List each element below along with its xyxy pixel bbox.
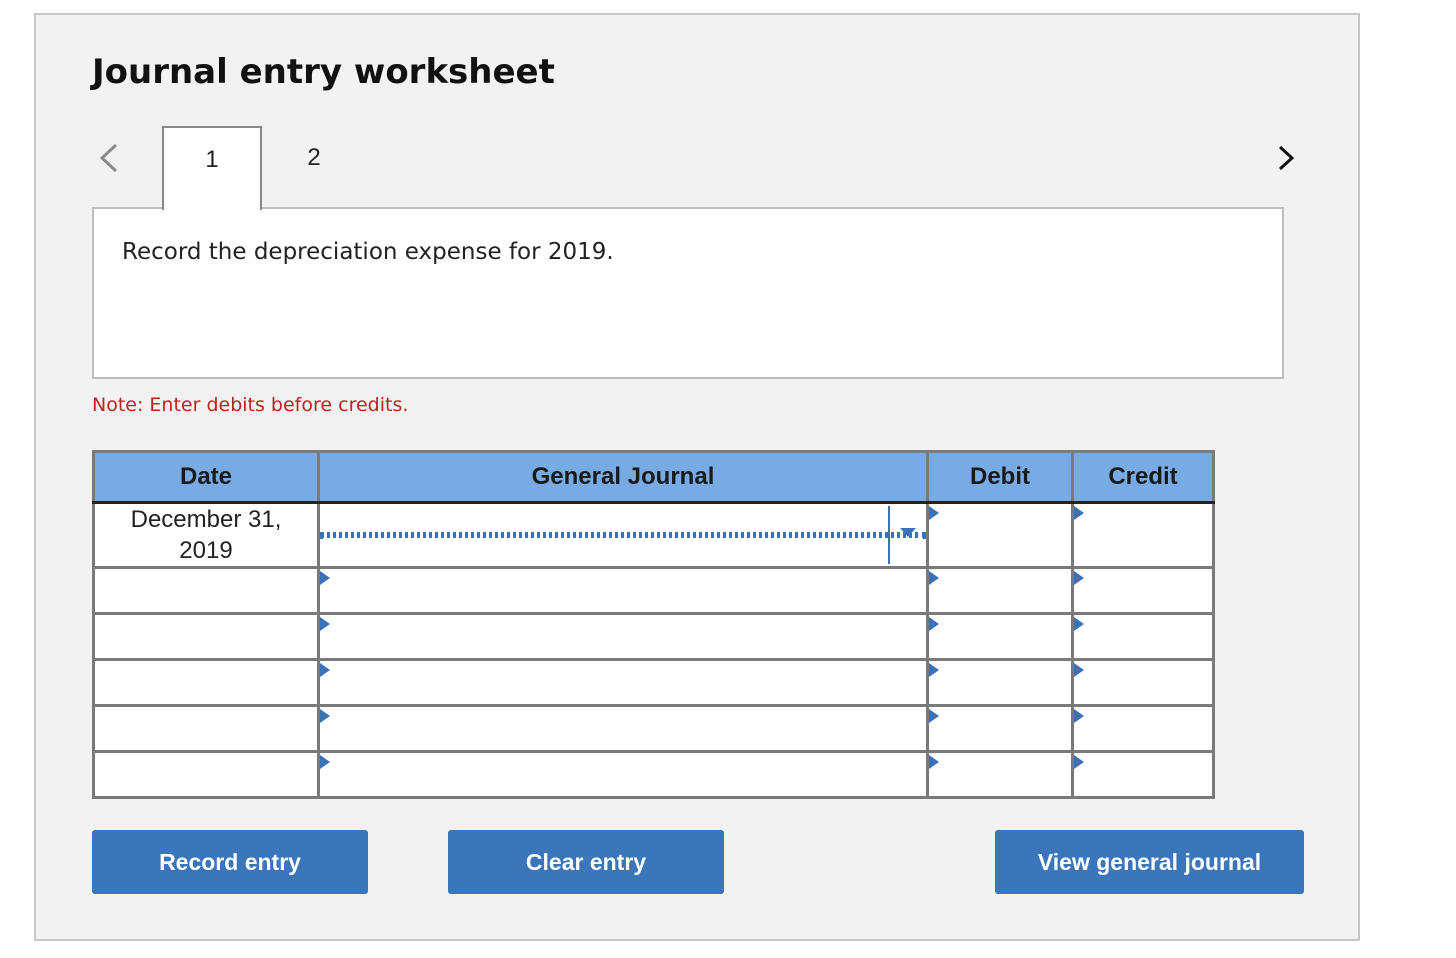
- table-header-row: Date General Journal Debit Credit: [92, 450, 1215, 504]
- debit-input[interactable]: [926, 612, 1074, 661]
- note-text: Note: Enter debits before credits.: [92, 394, 409, 416]
- account-input[interactable]: [317, 612, 929, 661]
- prompt-text: Record the depreciation expense for 2019…: [122, 239, 614, 265]
- chevron-right-icon: [1278, 145, 1295, 171]
- header-credit: Credit: [1071, 450, 1215, 504]
- table-row: [92, 566, 1215, 615]
- table-row: December 31, 2019: [92, 501, 1215, 569]
- header-date: Date: [92, 450, 320, 504]
- debit-input[interactable]: [926, 658, 1074, 707]
- table-row: [92, 658, 1215, 707]
- account-input[interactable]: [317, 750, 929, 799]
- tab-1[interactable]: 1: [162, 126, 262, 210]
- table-row: [92, 704, 1215, 753]
- date-cell: [92, 750, 320, 799]
- header-debit: Debit: [926, 450, 1074, 504]
- credit-input[interactable]: [1071, 750, 1215, 799]
- credit-input[interactable]: [1071, 612, 1215, 661]
- credit-input[interactable]: [1071, 658, 1215, 707]
- date-cell: [92, 566, 320, 615]
- debit-input[interactable]: [926, 501, 1074, 569]
- page-title: Journal entry worksheet: [92, 52, 555, 92]
- date-cell: December 31, 2019: [92, 501, 320, 569]
- table-row: [92, 750, 1215, 799]
- account-select[interactable]: [317, 501, 929, 569]
- prompt-box: Record the depreciation expense for 2019…: [92, 207, 1284, 379]
- tab-2[interactable]: 2: [264, 126, 364, 210]
- debit-input[interactable]: [926, 566, 1074, 615]
- debit-input[interactable]: [926, 704, 1074, 753]
- table-row: [92, 612, 1215, 661]
- date-cell: [92, 704, 320, 753]
- account-input[interactable]: [317, 566, 929, 615]
- debit-input[interactable]: [926, 750, 1074, 799]
- account-input[interactable]: [317, 658, 929, 707]
- record-entry-button[interactable]: Record entry: [92, 830, 368, 894]
- chevron-left-icon: [99, 143, 118, 173]
- credit-input[interactable]: [1071, 501, 1215, 569]
- journal-table: Date General Journal Debit Credit Decemb…: [92, 450, 1215, 799]
- next-button[interactable]: [1272, 140, 1300, 176]
- credit-input[interactable]: [1071, 704, 1215, 753]
- view-general-journal-button[interactable]: View general journal: [995, 830, 1304, 894]
- date-cell: [92, 612, 320, 661]
- clear-entry-button[interactable]: Clear entry: [448, 830, 724, 894]
- previous-button[interactable]: [96, 140, 124, 176]
- date-cell: [92, 658, 320, 707]
- dropdown-arrow-icon[interactable]: [900, 528, 916, 537]
- account-input[interactable]: [317, 704, 929, 753]
- header-general-journal: General Journal: [317, 450, 929, 504]
- credit-input[interactable]: [1071, 566, 1215, 615]
